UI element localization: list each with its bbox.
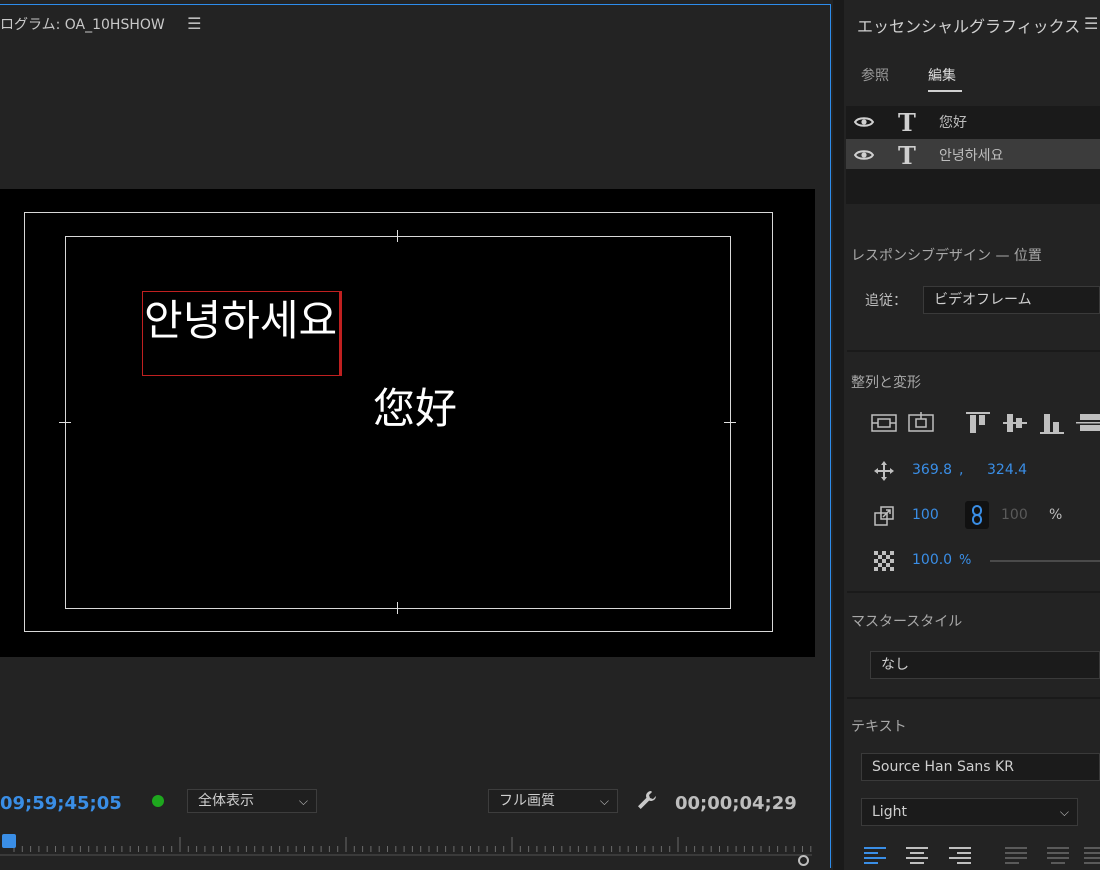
align-horizontal-center-icon[interactable] [908,412,934,434]
align-top-icon[interactable] [965,410,991,436]
scale-link-toggle[interactable] [965,501,989,529]
monitor-title[interactable]: ログラム: OA_10HSHOW ☰ [0,14,202,34]
align-right-text-icon[interactable] [947,845,971,867]
active-tab-indicator [928,90,962,92]
eye-icon[interactable] [854,149,874,161]
text-layer-icon: T [898,108,916,137]
wrench-icon[interactable] [636,789,658,817]
justify-right-icon[interactable] [1084,845,1100,867]
section-divider [847,591,1100,593]
chain-link-icon [972,505,982,525]
current-timecode[interactable]: 09;59;45;05 [0,793,122,814]
chevron-down-icon: ⌵ [1059,805,1069,819]
scale-value[interactable]: 100 [912,507,939,523]
position-y-value[interactable]: 324.4 [987,462,1027,478]
position-icon [874,461,894,481]
text-layer-icon: T [898,141,916,170]
distribute-icon[interactable] [1076,410,1100,436]
text-section-title: テキスト [851,719,907,735]
layer-row[interactable]: T 您好 [846,106,1100,137]
align-vertical-center-icon[interactable] [871,412,897,434]
zoom-handle-icon[interactable] [798,855,809,866]
justify-center-icon[interactable] [1046,845,1070,867]
align-transform-title: 整列と変形 [851,375,921,391]
program-monitor: ログラム: OA_10HSHOW ☰ 안녕하세요 您好 09;59;45;05 … [0,0,833,870]
panel-divider[interactable] [833,0,844,870]
video-canvas[interactable]: 안녕하세요 您好 [0,189,815,657]
time-ruler[interactable] [0,833,812,855]
align-middle-icon[interactable] [1002,410,1028,436]
monitor-title-label: ログラム: OA_10HSHOW [0,17,165,33]
justify-left-icon[interactable] [1004,845,1028,867]
playback-quality-value: フル画質 [499,793,555,809]
playhead-handle[interactable] [2,834,16,848]
position-separator: , [959,462,964,478]
layer-list: T 您好 T 안녕하세요 [846,106,1100,204]
center-tick-left [59,422,71,423]
essential-graphics-panel: エッセンシャルグラフィックス ☰ 参照 編集 T 您好 T 안녕하세요 レスポン… [844,0,1100,870]
master-style-select[interactable]: なし [870,651,1100,679]
hamburger-icon[interactable]: ☰ [187,14,201,33]
zoom-level-value: 全体表示 [198,793,254,809]
master-style-value: なし [881,657,909,673]
follow-label: 追従： [865,293,907,309]
center-tick-bottom [397,602,398,614]
align-left-text-icon[interactable] [864,845,888,867]
align-bottom-icon[interactable] [1039,410,1065,436]
center-tick-top [397,230,398,242]
font-weight-select[interactable]: Light ⌵ [861,798,1078,826]
chinese-text-layer[interactable]: 您好 [373,375,457,436]
opacity-unit: % [959,553,972,568]
scale-icon [874,506,894,526]
responsive-design-title: レスポンシブデザイン — 位置 [851,248,1042,264]
timeline-scrollbar[interactable] [0,854,812,856]
position-x-value[interactable]: 369.8 [912,462,952,478]
opacity-value[interactable]: 100.0 [912,552,952,568]
font-weight-value: Light [872,804,907,820]
font-family-select[interactable]: Source Han Sans KR [861,753,1100,781]
chevron-down-icon: ⌵ [599,794,609,808]
layer-name: 안녕하세요 [939,148,1004,164]
tab-edit[interactable]: 編集 [928,65,956,85]
chevron-down-icon: ⌵ [298,794,308,808]
opacity-slider[interactable] [990,560,1100,562]
follow-select-value: ビデオフレーム [934,292,1032,308]
playback-quality-select[interactable]: フル画質 ⌵ [488,789,618,813]
opacity-checker-icon [874,551,894,571]
korean-text-layer[interactable]: 안녕하세요 [144,287,337,348]
font-family-value: Source Han Sans KR [872,759,1014,775]
section-divider [847,697,1100,699]
eye-icon[interactable] [854,116,874,128]
align-center-text-icon[interactable] [905,845,929,867]
status-indicator-icon [152,795,164,807]
text-cursor [339,291,342,376]
master-style-title: マスタースタイル [851,614,963,630]
section-divider [847,350,1100,352]
panel-title: エッセンシャルグラフィックス [857,17,1081,36]
duration-timecode: 00;00;04;29 [675,793,797,814]
scale-unit: % [1049,507,1063,523]
zoom-level-select[interactable]: 全体表示 ⌵ [187,789,317,813]
hamburger-icon[interactable]: ☰ [1084,14,1098,33]
layer-row-selected[interactable]: T 안녕하세요 [846,139,1100,170]
follow-select[interactable]: ビデオフレーム [923,286,1100,314]
scale-linked-value: 100 [1001,507,1028,523]
tab-browse[interactable]: 参照 [861,65,889,85]
layer-name: 您好 [939,115,967,131]
center-tick-right [724,422,736,423]
